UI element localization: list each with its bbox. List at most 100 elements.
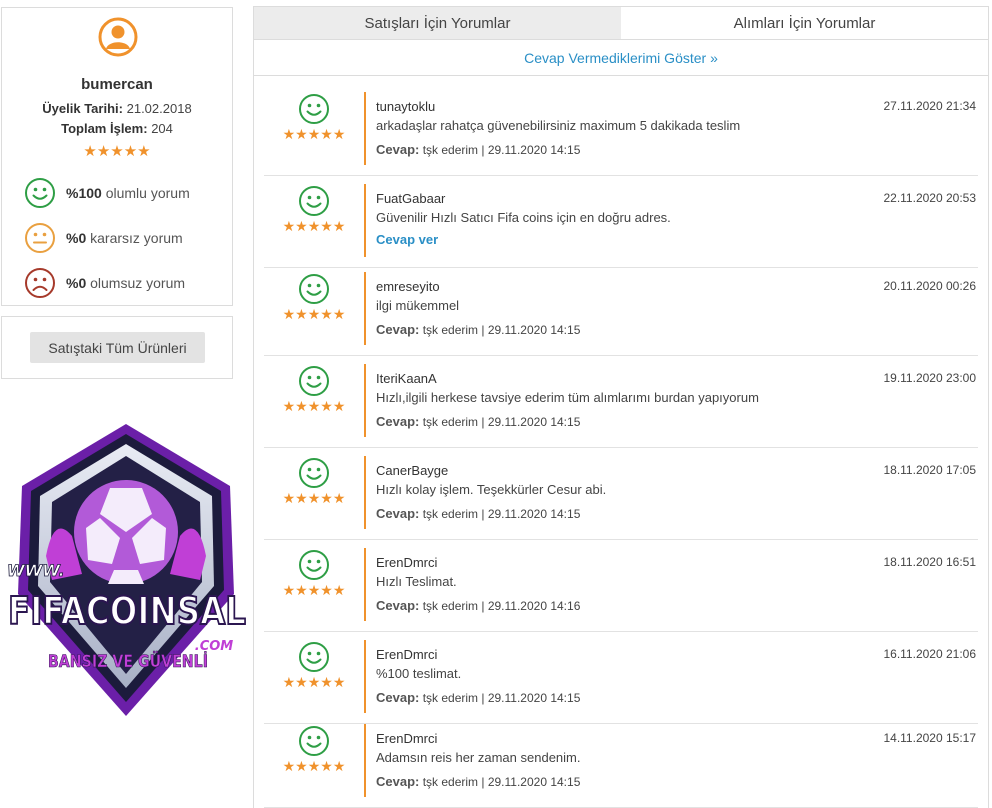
review-item: ★★★★★ ErenDmrci 14.11.2020 15:17 Adamsın… [264,716,978,808]
show-unanswered-link[interactable]: Cevap Vermediklerimi Göster » [524,50,718,66]
review-item: ★★★★★ ErenDmrci 18.11.2020 16:51 Hızlı T… [264,540,978,632]
review-stars: ★★★★★ [282,582,346,598]
review-reply: Cevap: tşk ederim | 29.11.2020 14:15 [376,506,580,521]
review-divider [364,92,366,165]
total-transactions-value: 204 [151,121,173,136]
neutral-rating-row: %0 kararsız yorum [24,222,183,254]
review-text: arkadaşlar rahatça güvenebilirsiniz maxi… [376,118,741,133]
positive-rating-label: olumlu yorum [105,185,190,201]
seller-star-rating: ★★★★★ [83,143,151,160]
review-date: 27.11.2020 21:34 [883,99,976,113]
total-transactions: Toplam İşlem: 204 [2,121,232,136]
show-unanswered-bar: Cevap Vermediklerimi Göster » [253,40,989,76]
happy-smiley-icon [299,274,329,304]
all-products-button[interactable]: Satıştaki Tüm Ürünleri [30,332,205,363]
reply-text: tşk ederim | 29.11.2020 14:16 [422,599,581,613]
review-text: Hızlı kolay işlem. Teşekkürler Cesur abi… [376,482,607,497]
reply-label: Cevap: [376,414,420,429]
logo-name-text: FIFACOINSAL [8,589,246,633]
reply-label: Cevap: [376,774,420,789]
review-username: CanerBayge [376,463,449,478]
reply-text: tşk ederim | 29.11.2020 14:15 [422,507,581,521]
negative-rating-text: %0 olumsuz yorum [66,275,185,291]
neutral-rating-text: %0 kararsız yorum [66,230,183,246]
logo-slogan-text: BANSIZ VE GÜVENLİ [48,650,208,672]
review-stars: ★★★★★ [282,306,346,322]
review-item: ★★★★★ emreseyito 20.11.2020 00:26 ilgi m… [264,264,978,356]
review-item: ★★★★★ ErenDmrci 16.11.2020 21:06 %100 te… [264,632,978,724]
review-username: ErenDmrci [376,731,438,746]
member-since: Üyelik Tarihi: 21.02.2018 [2,101,232,116]
fifacoinsal-logo: WWW. FIFACOINSAL .COM BANSIZ VE GÜVENLİ [7,424,247,716]
happy-smiley-icon [299,726,329,756]
neutral-rating-percent: %0 [66,230,87,246]
review-stars: ★★★★★ [282,398,346,414]
review-item: ★★★★★ IteriKaanA 19.11.2020 23:00 Hızlı,… [264,356,978,448]
review-reply: Cevap: tşk ederim | 29.11.2020 14:15 [376,774,580,789]
review-item: ★★★★★ tunaytoklu 27.11.2020 21:34 arkada… [264,84,978,176]
review-date: 14.11.2020 15:17 [883,731,976,745]
happy-smiley-icon [25,178,55,208]
neutral-smiley-icon [25,223,55,253]
happy-smiley-icon [299,186,329,216]
review-text: Güvenilir Hızlı Satıcı Fifa coins için e… [376,210,671,225]
review-reply: Cevap: tşk ederim | 29.11.2020 14:15 [376,690,580,705]
happy-smiley-icon [299,366,329,396]
review-reply: Cevap: tşk ederim | 29.11.2020 14:15 [376,414,580,429]
review-item: ★★★★★ FuatGabaar 22.11.2020 20:53 Güveni… [264,176,978,268]
review-username: IteriKaanA [376,371,437,386]
review-username: FuatGabaar [376,191,446,206]
negative-rating-label: olumsuz yorum [90,275,186,291]
member-since-value: 21.02.2018 [126,101,192,116]
seller-username: bumercan [81,76,153,93]
review-divider [364,364,366,437]
reply-text: tşk ederim | 29.11.2020 14:15 [422,323,581,337]
review-date: 16.11.2020 21:06 [883,647,976,661]
review-date: 20.11.2020 00:26 [883,279,976,293]
products-box: Satıştaki Tüm Ürünleri [1,316,233,379]
member-since-label: Üyelik Tarihi: [42,101,123,116]
sad-smiley-icon [25,268,55,298]
reply-text: tşk ederim | 29.11.2020 14:15 [422,415,581,429]
reply-label: Cevap: [376,506,420,521]
positive-rating-text: %100 olumlu yorum [66,185,190,201]
review-reply: Cevap: tşk ederim | 29.11.2020 14:16 [376,598,580,613]
reply-label: Cevap: [376,690,420,705]
positive-rating-row: %100 olumlu yorum [24,177,190,209]
happy-smiley-icon [299,458,329,488]
review-tabs: Satışları İçin Yorumlar Alımları İçin Yo… [253,6,989,40]
happy-smiley-icon [299,94,329,124]
review-date: 18.11.2020 17:05 [883,463,976,477]
review-item: ★★★★★ CanerBayge 18.11.2020 17:05 Hızlı … [264,448,978,540]
review-divider [364,640,366,713]
review-text: ilgi mükemmel [376,298,460,313]
review-divider [364,456,366,529]
review-stars: ★★★★★ [282,674,346,690]
review-date: 18.11.2020 16:51 [883,555,976,569]
reply-label: Cevap: [376,142,420,157]
review-username: emreseyito [376,279,440,294]
positive-rating-percent: %100 [66,185,102,201]
tab-sales-reviews[interactable]: Satışları İçin Yorumlar [254,7,621,39]
neutral-rating-label: kararsız yorum [90,230,183,246]
review-stars: ★★★★★ [282,126,346,142]
review-divider [364,548,366,621]
review-username: ErenDmrci [376,647,438,662]
review-username: ErenDmrci [376,555,438,570]
review-date: 19.11.2020 23:00 [883,371,976,385]
reply-text: tşk ederim | 29.11.2020 14:15 [422,691,581,705]
review-text: Adamsın reis her zaman sendenim. [376,750,581,765]
happy-smiley-icon [299,550,329,580]
review-stars: ★★★★★ [282,758,346,774]
review-stars: ★★★★★ [282,490,346,506]
reply-text: tşk ederim | 29.11.2020 14:15 [422,143,581,157]
user-avatar-icon [98,17,138,57]
seller-profile-card: bumercan Üyelik Tarihi: 21.02.2018 Topla… [1,7,233,306]
tab-purchase-reviews[interactable]: Alımları İçin Yorumlar [621,7,988,39]
review-divider [364,724,366,797]
total-transactions-label: Toplam İşlem: [61,121,148,136]
review-stars: ★★★★★ [282,218,346,234]
review-reply: Cevap: tşk ederim | 29.11.2020 14:15 [376,142,580,157]
review-text: Hızlı,ilgili herkese tavsiye ederim tüm … [376,390,759,405]
reply-button[interactable]: Cevap ver [376,232,438,247]
